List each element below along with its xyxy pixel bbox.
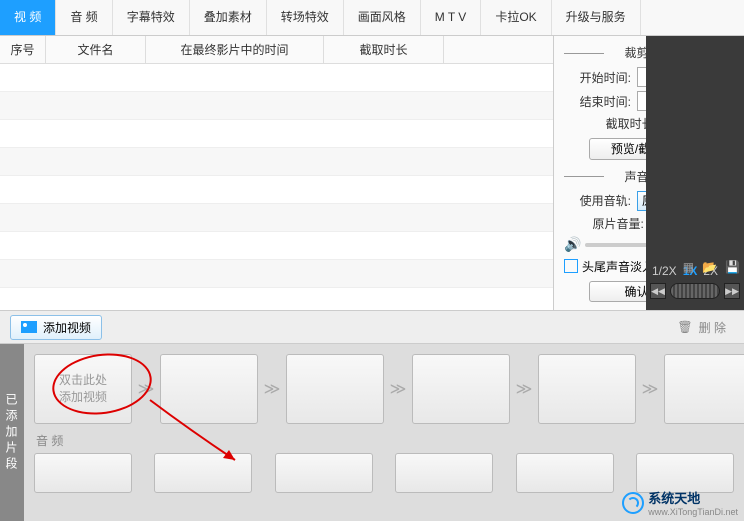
delete-label: 删 除 bbox=[699, 319, 726, 336]
trash-icon: 🗑 bbox=[677, 320, 692, 334]
audio-slot[interactable] bbox=[275, 453, 373, 493]
audio-track bbox=[34, 453, 734, 493]
audio-slot[interactable] bbox=[636, 453, 734, 493]
watermark-name: 系统天地 bbox=[648, 491, 700, 506]
add-video-button[interactable]: 添加视频 bbox=[10, 315, 102, 340]
new-icon[interactable]: ▦ bbox=[683, 260, 694, 274]
audio-slot[interactable] bbox=[34, 453, 132, 493]
fade-checkbox[interactable] bbox=[564, 259, 578, 273]
forward-button[interactable]: ▶▶ bbox=[724, 283, 740, 299]
audio-slot[interactable] bbox=[395, 453, 493, 493]
table-row[interactable] bbox=[0, 204, 553, 232]
table-row[interactable] bbox=[0, 232, 553, 260]
col-file: 文件名 bbox=[46, 36, 146, 63]
transition-icon[interactable]: ≫ bbox=[640, 379, 660, 399]
clip-slot[interactable] bbox=[664, 354, 744, 424]
watermark-url: www.XiTongTianDi.net bbox=[648, 507, 738, 517]
clip-toolbar: 添加视频 🗑 删 除 bbox=[0, 310, 744, 344]
audio-track-label: 使用音轨: bbox=[580, 192, 631, 209]
tab-video[interactable]: 视 频 bbox=[0, 0, 56, 35]
table-row[interactable] bbox=[0, 92, 553, 120]
transition-icon[interactable]: ≫ bbox=[388, 379, 408, 399]
clip-list-panel: 序号 文件名 在最终影片中的时间 截取时长 bbox=[0, 36, 554, 310]
table-row[interactable] bbox=[0, 148, 553, 176]
start-time-label: 开始时间: bbox=[580, 69, 631, 86]
main-tabs: 视 频 音 频 字幕特效 叠加素材 转场特效 画面风格 M T V 卡拉OK 升… bbox=[0, 0, 744, 36]
open-folder-icon[interactable]: 📂 bbox=[702, 260, 717, 274]
tab-karaoke[interactable]: 卡拉OK bbox=[481, 0, 551, 35]
table-row[interactable] bbox=[0, 176, 553, 204]
table-body[interactable] bbox=[0, 64, 553, 310]
clip-slot-add[interactable]: 双击此处 添加视频 bbox=[34, 354, 132, 424]
col-time: 在最终影片中的时间 bbox=[146, 36, 324, 63]
clip-slot[interactable] bbox=[160, 354, 258, 424]
tab-audio[interactable]: 音 频 bbox=[56, 0, 112, 35]
audio-slot[interactable] bbox=[516, 453, 614, 493]
table-header: 序号 文件名 在最终影片中的时间 截取时长 bbox=[0, 36, 553, 64]
rewind-button[interactable]: ◀◀ bbox=[650, 283, 666, 299]
col-dur: 截取时长 bbox=[324, 36, 444, 63]
transition-icon[interactable]: ≫ bbox=[514, 379, 534, 399]
zoom-half[interactable]: 1/2X bbox=[652, 264, 677, 278]
table-row[interactable] bbox=[0, 120, 553, 148]
transition-icon[interactable]: ≫ bbox=[136, 379, 156, 399]
video-track: 双击此处 添加视频 ≫ ≫ ≫ ≫ ≫ ≫ bbox=[34, 354, 734, 424]
save-icon[interactable]: 💾 bbox=[725, 260, 740, 274]
delete-button[interactable]: 🗑 删 除 bbox=[669, 316, 734, 339]
tab-subtitle[interactable]: 字幕特效 bbox=[113, 0, 190, 35]
audio-slot[interactable] bbox=[154, 453, 252, 493]
watermark: 系统天地 www.XiTongTianDi.net bbox=[622, 488, 738, 517]
clip-slot[interactable] bbox=[412, 354, 510, 424]
tab-transition[interactable]: 转场特效 bbox=[267, 0, 344, 35]
tab-overlay[interactable]: 叠加素材 bbox=[190, 0, 267, 35]
volume-label: 原片音量: bbox=[593, 215, 644, 232]
table-row[interactable] bbox=[0, 64, 553, 92]
speaker-icon[interactable]: 🔊 bbox=[564, 236, 581, 253]
film-icon bbox=[21, 321, 37, 333]
audio-track-label: 音 频 bbox=[36, 432, 734, 449]
tab-mtv[interactable]: M T V bbox=[421, 0, 482, 35]
timeline-label: 已添加片段 bbox=[0, 344, 24, 521]
jog-wheel[interactable] bbox=[670, 283, 720, 299]
add-video-label: 添加视频 bbox=[43, 319, 91, 336]
watermark-logo-icon bbox=[622, 492, 644, 514]
clip-slot[interactable] bbox=[286, 354, 384, 424]
tab-upgrade[interactable]: 升级与服务 bbox=[552, 0, 641, 35]
clip-slot[interactable] bbox=[538, 354, 636, 424]
tab-style[interactable]: 画面风格 bbox=[344, 0, 421, 35]
table-row[interactable] bbox=[0, 260, 553, 288]
preview-panel: 1/2X 1X 2X ◀◀ ▶▶ ▦ 📂 💾 bbox=[646, 36, 744, 310]
end-time-label: 结束时间: bbox=[580, 93, 631, 110]
transition-icon[interactable]: ≫ bbox=[262, 379, 282, 399]
